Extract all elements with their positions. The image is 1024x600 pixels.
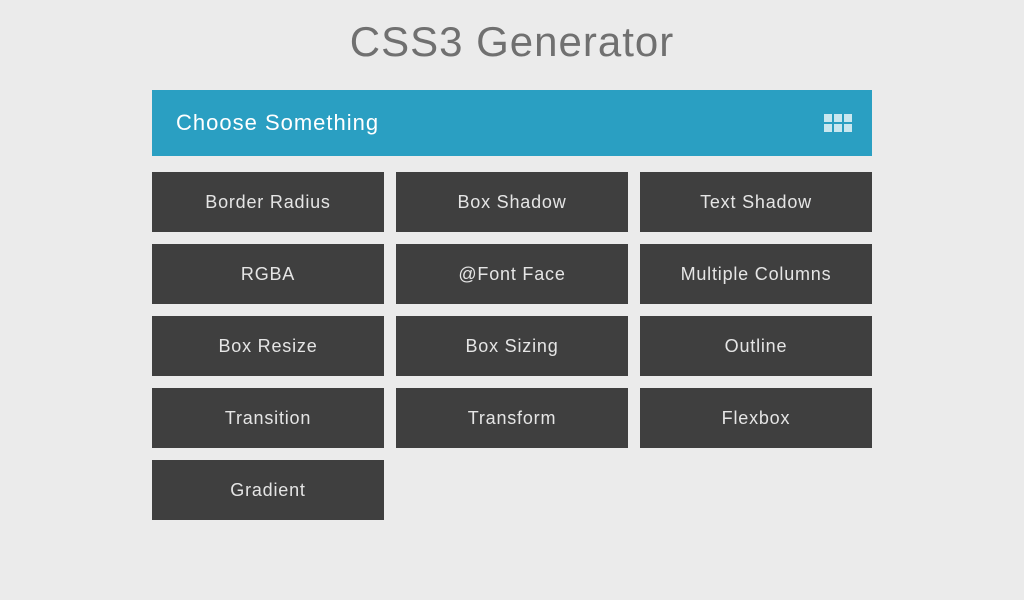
option-box-resize[interactable]: Box Resize (152, 316, 384, 376)
option-transition[interactable]: Transition (152, 388, 384, 448)
choose-bar-label: Choose Something (176, 110, 379, 136)
option-label: Text Shadow (700, 192, 812, 213)
option-outline[interactable]: Outline (640, 316, 872, 376)
option-label: @Font Face (458, 264, 565, 285)
option-box-shadow[interactable]: Box Shadow (396, 172, 628, 232)
choose-bar[interactable]: Choose Something (152, 90, 872, 156)
option-label: Transition (225, 408, 311, 429)
option-label: Gradient (230, 480, 305, 501)
options-grid: Border Radius Box Shadow Text Shadow RGBA @F… (152, 172, 872, 520)
option-flexbox[interactable]: Flexbox (640, 388, 872, 448)
option-label: Box Resize (218, 336, 317, 357)
option-label: RGBA (241, 264, 295, 285)
option-multiple-columns[interactable]: Multiple Columns (640, 244, 872, 304)
page-title: CSS3 Generator (0, 0, 1024, 90)
option-gradient[interactable]: Gradient (152, 460, 384, 520)
option-label: Multiple Columns (681, 264, 832, 285)
option-label: Border Radius (205, 192, 330, 213)
main-container: Choose Something Border Radius Box Shadow… (152, 90, 872, 520)
option-border-radius[interactable]: Border Radius (152, 172, 384, 232)
option-label: Transform (468, 408, 557, 429)
option-font-face[interactable]: @Font Face (396, 244, 628, 304)
option-box-sizing[interactable]: Box Sizing (396, 316, 628, 376)
option-text-shadow[interactable]: Text Shadow (640, 172, 872, 232)
option-label: Outline (725, 336, 788, 357)
grid-icon (824, 114, 852, 132)
option-label: Flexbox (722, 408, 791, 429)
option-label: Box Shadow (457, 192, 566, 213)
option-rgba[interactable]: RGBA (152, 244, 384, 304)
option-label: Box Sizing (465, 336, 558, 357)
option-transform[interactable]: Transform (396, 388, 628, 448)
